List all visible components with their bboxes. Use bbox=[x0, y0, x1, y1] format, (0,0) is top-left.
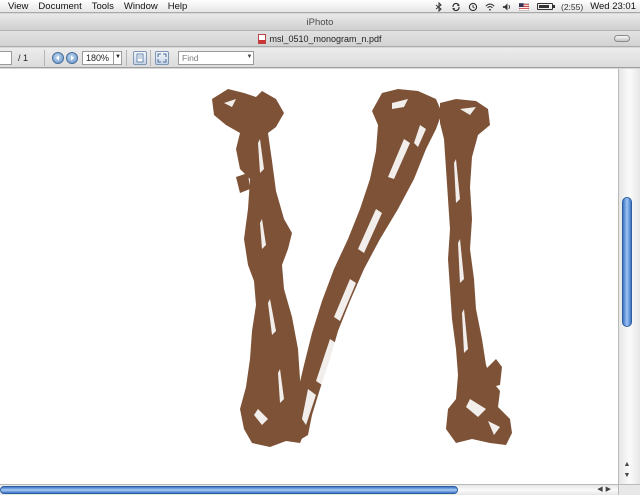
status-menus: (2:55) Wed 23:01 bbox=[434, 0, 636, 13]
menu-clock[interactable]: Wed 23:01 bbox=[590, 1, 636, 12]
menu-document[interactable]: Document bbox=[30, 0, 81, 13]
sync-icon[interactable] bbox=[451, 2, 461, 12]
previous-page-icon[interactable] bbox=[52, 52, 64, 64]
resize-corner[interactable] bbox=[618, 484, 640, 495]
menu-view[interactable]: View bbox=[0, 0, 28, 13]
window-title: iPhoto bbox=[306, 17, 334, 28]
window-title-bar: iPhoto bbox=[0, 14, 640, 31]
monogram-n-image bbox=[212, 89, 512, 447]
document-filename: msl_0510_monogram_n.pdf bbox=[269, 34, 382, 44]
zoom-select[interactable]: 180% ▼ bbox=[82, 51, 122, 65]
volume-icon[interactable] bbox=[502, 2, 512, 12]
app-menu: View Document Tools Window Help bbox=[0, 0, 189, 13]
toolbar-divider bbox=[126, 50, 127, 66]
toolbar: / 1 180% ▼ Find ▼ bbox=[0, 48, 640, 68]
battery-icon[interactable] bbox=[536, 2, 555, 12]
horizontal-scrollbar[interactable]: ◀▶ bbox=[0, 484, 618, 495]
menu-bar: View Document Tools Window Help (2:55) W… bbox=[0, 0, 640, 13]
battery-time: (2:55) bbox=[561, 1, 584, 12]
page-number-input[interactable] bbox=[0, 51, 12, 65]
toolbar-divider bbox=[150, 50, 151, 66]
toolbar-toggle-button[interactable] bbox=[614, 35, 630, 42]
scroll-up-icon[interactable]: ▲ bbox=[622, 461, 632, 469]
document-canvas[interactable] bbox=[0, 69, 618, 484]
vertical-scrollbar[interactable]: ▲ ▼ bbox=[618, 69, 640, 484]
zoom-value: 180% bbox=[86, 53, 110, 63]
pdf-file-icon bbox=[258, 34, 267, 44]
horizontal-scroll-thumb[interactable] bbox=[0, 486, 458, 494]
chevron-down-icon: ▼ bbox=[246, 54, 253, 60]
menu-window[interactable]: Window bbox=[116, 0, 158, 13]
flag-icon[interactable] bbox=[519, 2, 529, 12]
scroll-down-icon[interactable]: ▼ bbox=[622, 472, 632, 480]
document-title-row: msl_0510_monogram_n.pdf bbox=[0, 31, 640, 47]
vertical-scroll-thumb[interactable] bbox=[622, 197, 632, 327]
page-total: / 1 bbox=[18, 53, 29, 63]
menu-tools[interactable]: Tools bbox=[84, 0, 114, 13]
find-field[interactable]: Find ▼ bbox=[178, 51, 254, 65]
find-placeholder: Find bbox=[182, 53, 199, 63]
menu-help[interactable]: Help bbox=[160, 0, 188, 13]
chevron-down-icon: ▼ bbox=[113, 51, 122, 65]
next-page-icon[interactable] bbox=[66, 52, 78, 64]
single-page-icon[interactable] bbox=[133, 51, 147, 65]
fit-page-icon[interactable] bbox=[155, 51, 169, 65]
time-machine-icon[interactable] bbox=[468, 2, 478, 12]
bluetooth-icon[interactable] bbox=[434, 1, 444, 12]
toolbar-divider bbox=[44, 50, 45, 66]
scroll-arrows-icon[interactable]: ◀▶ bbox=[597, 485, 614, 495]
wifi-icon[interactable] bbox=[485, 2, 495, 12]
